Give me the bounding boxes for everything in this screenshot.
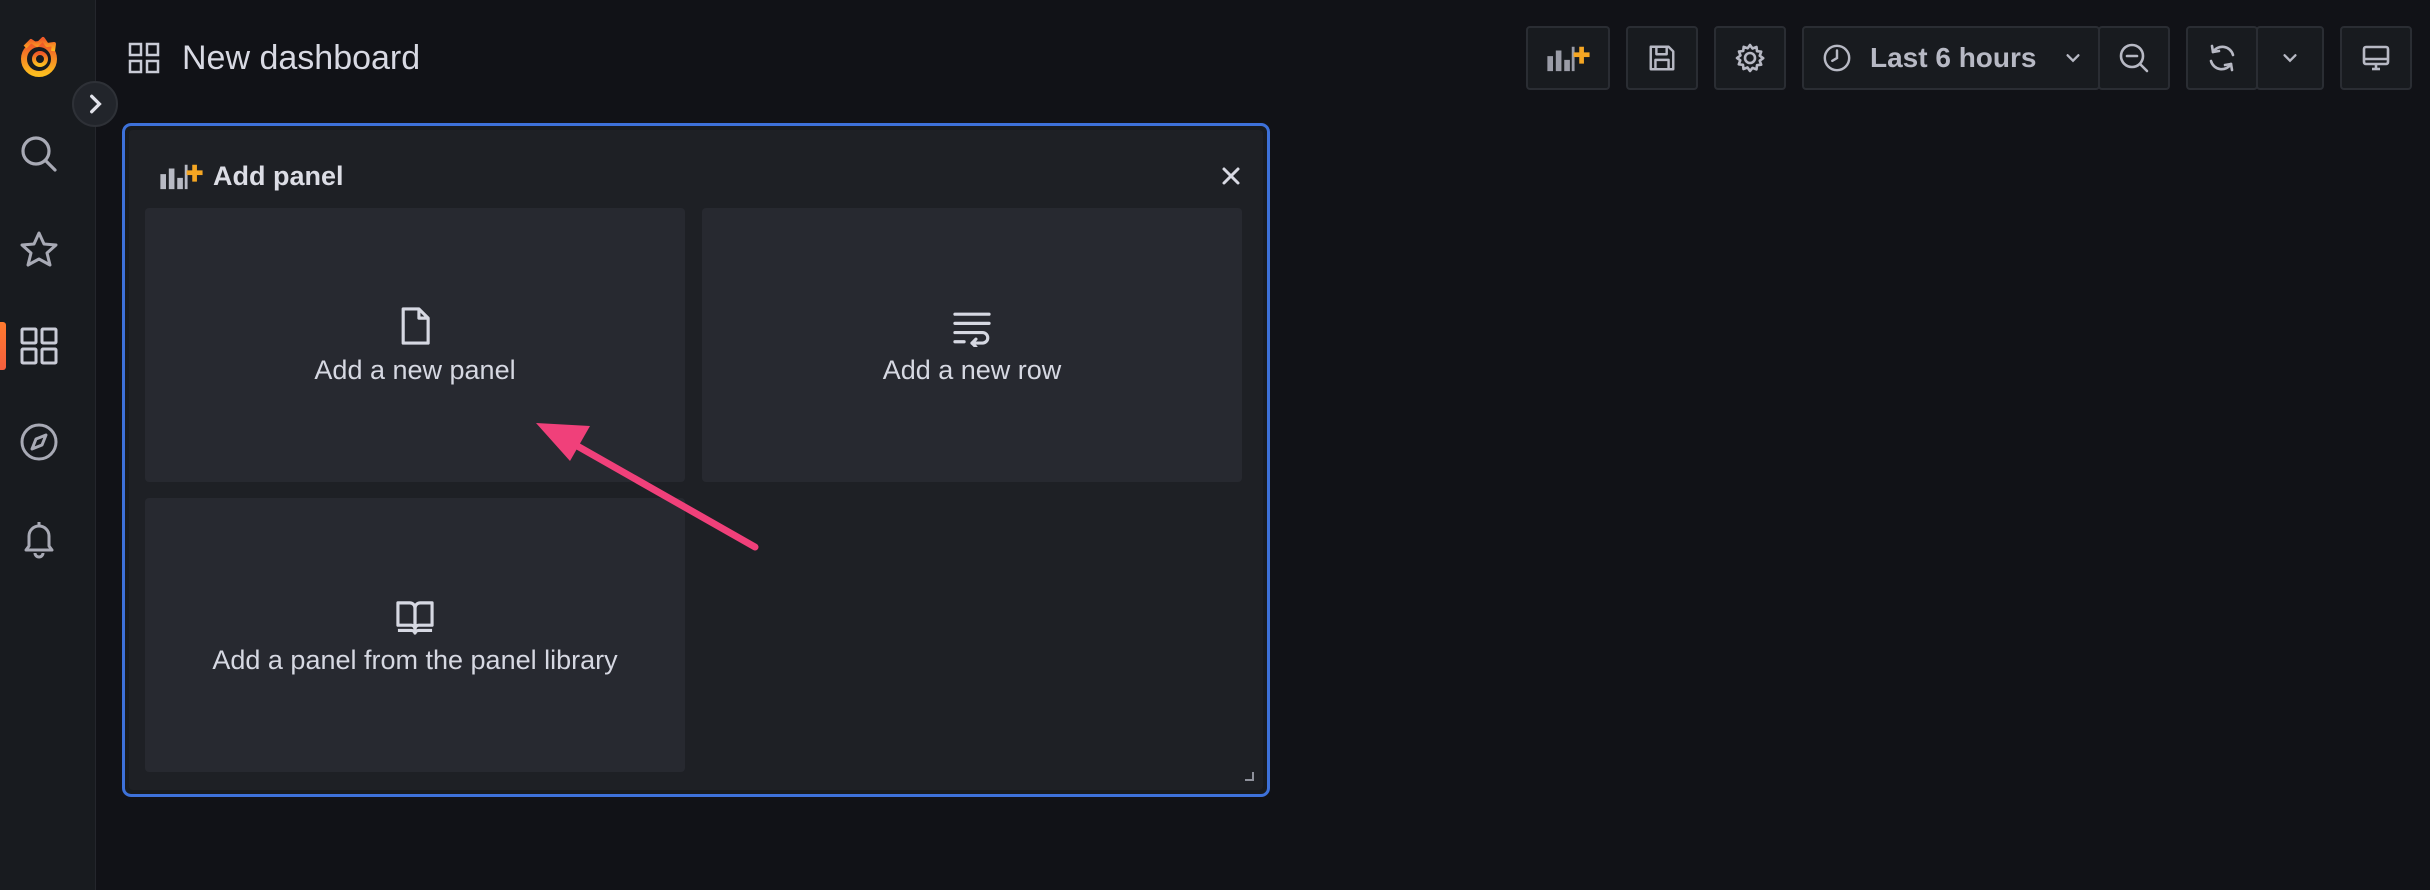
zoom-out-icon [2119,43,2149,73]
time-range-label: Last 6 hours [1870,42,2037,73]
add-panel-title: Add panel [213,160,344,191]
add-new-panel-option[interactable]: Add a new panel [145,208,685,482]
add-panel-widget: Add panel Add a new panel Add a new row … [122,123,1270,797]
grafana-logo-icon[interactable] [14,32,64,82]
add-new-panel-label: Add a new panel [314,354,516,385]
active-indicator [0,322,6,370]
star-icon[interactable] [14,225,64,275]
save-dashboard-button[interactable] [1626,26,1698,90]
add-new-row-label: Add a new row [882,354,1062,385]
dashboard-settings-button[interactable] [1714,26,1786,90]
add-panel-button[interactable] [1526,26,1610,90]
zoom-out-button[interactable] [2098,26,2170,90]
row-icon [953,312,991,347]
tv-mode-button[interactable] [2340,26,2412,90]
add-library-panel-label: Add a panel from the panel library [212,644,618,675]
chevron-down-icon [2066,54,2081,63]
monitor-icon [2362,45,2390,71]
add-new-row-option[interactable]: Add a new row [702,208,1242,482]
dashboard-title-bar: New dashboard [128,36,420,80]
alerting-bell-icon[interactable] [14,513,64,563]
add-panel-icon [160,164,203,190]
add-panel-body: Add panel Add a new panel Add a new row … [129,130,1263,790]
refresh-button[interactable] [2186,26,2258,90]
chevron-down-icon [2283,54,2297,63]
resize-handle-icon[interactable] [1243,770,1255,782]
search-icon[interactable] [14,129,64,179]
grafana-app: New dashboard Last 6 hours Add panel Add… [0,0,2430,890]
add-panel-header: Add panel [157,158,344,194]
dashboard-grid-icon [128,42,160,74]
explore-icon[interactable] [14,417,64,467]
chevron-right-icon [90,94,102,114]
clock-icon [1823,44,1851,72]
add-library-panel-option[interactable]: Add a panel from the panel library [145,498,685,772]
refresh-icon [2209,44,2235,72]
add-panel-icon [1547,46,1590,72]
page-title[interactable]: New dashboard [182,39,420,78]
file-icon [401,306,430,345]
close-icon [1222,167,1240,185]
book-icon [396,600,434,635]
gear-icon [1735,43,1765,73]
dashboards-icon[interactable] [14,321,64,371]
refresh-interval-dropdown[interactable] [2256,26,2324,90]
time-range-picker[interactable]: Last 6 hours [1802,26,2100,90]
save-icon [1649,45,1675,71]
sidebar [0,0,96,890]
sidebar-expand-button[interactable] [72,81,118,127]
close-add-panel-button[interactable] [1211,156,1251,196]
